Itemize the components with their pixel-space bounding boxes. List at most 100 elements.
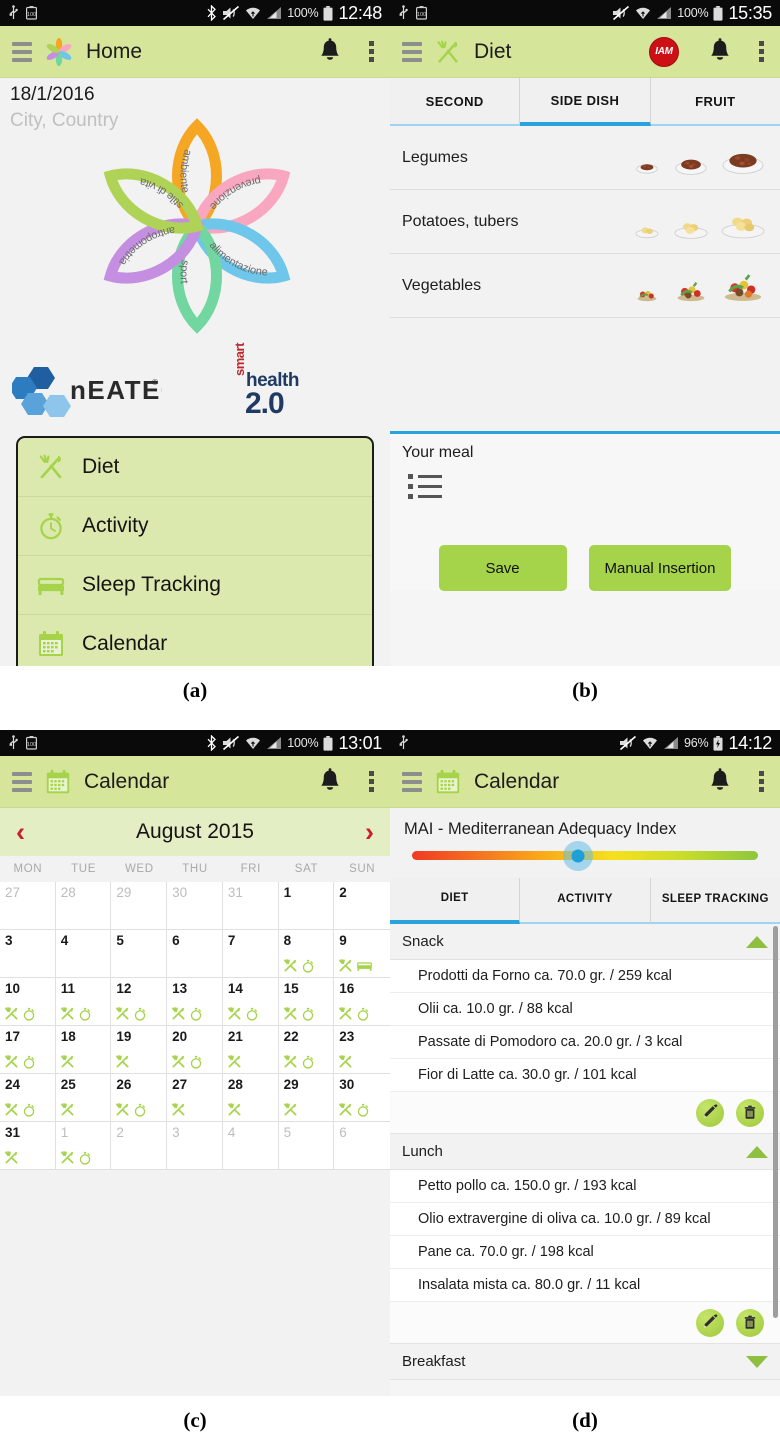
bell-icon[interactable] [707,767,733,796]
calendar-day-cell[interactable]: 27 [0,882,56,930]
calendar-day-cell[interactable]: 15 [278,978,335,1026]
hamburger-icon[interactable] [12,771,32,792]
bell-icon[interactable] [707,37,733,66]
calendar-day-cell[interactable]: 2 [334,882,390,930]
calendar-day-cell[interactable]: 28 [222,1074,279,1122]
calendar-day-cell[interactable]: 29 [111,882,168,930]
portion-small[interactable] [630,276,664,306]
food-row-potatoes-tubers[interactable]: Potatoes, tubers [390,190,780,254]
calendar-day-cell[interactable]: 11 [55,978,112,1026]
calendar-day-cell[interactable]: 31 [0,1122,56,1170]
manual-insertion-button[interactable]: Manual Insertion [588,545,732,591]
calendar-day-cell[interactable]: 19 [111,1026,168,1074]
overflow-menu-icon[interactable] [369,41,374,62]
menu-item-calendar[interactable]: Calendar [18,615,372,666]
collapse-triangle-up-icon[interactable] [746,1145,768,1158]
calendar-day-cell[interactable]: 21 [222,1026,279,1074]
calendar-day-cell[interactable]: 2 [111,1122,168,1170]
calendar-day-cell[interactable]: 20 [167,1026,223,1074]
portion-medium[interactable] [670,208,712,242]
calendar-day-icons [171,1102,186,1117]
mai-slider-thumb[interactable] [563,840,594,871]
bell-icon[interactable] [317,37,343,66]
meal-header-breakfast[interactable]: Breakfast [390,1344,780,1380]
calendar-day-cell[interactable]: 22 [278,1026,335,1074]
portion-medium[interactable] [670,144,712,178]
calendar-day-cell[interactable]: 6 [334,1122,390,1170]
bullet-list-icon[interactable] [408,474,442,499]
tab-fruit[interactable]: FRUIT [650,78,780,126]
iam-badge[interactable]: IAM [649,36,679,67]
calendar-day-cell[interactable]: 24 [0,1074,56,1122]
calendar-day-cell[interactable]: 17 [0,1026,56,1074]
calendar-day-icons [4,1102,36,1117]
tab-diet[interactable]: DIET [390,878,521,924]
overflow-menu-icon[interactable] [369,771,374,792]
tab-second[interactable]: SECOND [390,78,521,126]
prev-month-button[interactable]: ‹ [16,818,25,846]
diet-icon [227,1103,241,1116]
tab-sleep-tracking[interactable]: SLEEP TRACKING [650,878,780,924]
meal-header-lunch[interactable]: Lunch [390,1134,780,1170]
portion-large[interactable] [718,202,768,242]
calendar-day-cell[interactable]: 30 [167,882,223,930]
calendar-day-cell[interactable]: 29 [278,1074,335,1122]
calendar-day-cell[interactable]: 25 [55,1074,112,1122]
portion-medium[interactable] [670,272,712,306]
tab-side-dish[interactable]: SIDE DISH [520,78,651,126]
meal-header-snack[interactable]: Snack [390,924,780,960]
calendar-day-cell[interactable]: 12 [111,978,168,1026]
calendar-day-cell[interactable]: 5 [111,930,168,978]
collapse-triangle-up-icon[interactable] [746,935,768,948]
calendar-day-cell[interactable]: 4 [222,1122,279,1170]
calendar-day-cell[interactable]: 18 [55,1026,112,1074]
save-button[interactable]: Save [438,545,567,591]
scrollbar[interactable] [773,926,778,1318]
calendar-day-cell[interactable]: 3 [167,1122,223,1170]
calendar-day-cell[interactable]: 30 [334,1074,390,1122]
wifi-icon [246,737,261,749]
calendar-day-cell[interactable]: 6 [167,930,223,978]
bell-icon[interactable] [317,767,343,796]
activity-icon [23,1007,35,1021]
next-month-button[interactable]: › [365,818,374,846]
overflow-menu-icon[interactable] [759,771,764,792]
menu-item-sleep-tracking[interactable]: Sleep Tracking [18,556,372,615]
calendar-day-cell[interactable]: 7 [222,930,279,978]
calendar-day-cell[interactable]: 8 [278,930,335,978]
calendar-day-cell[interactable]: 31 [222,882,279,930]
calendar-day-cell[interactable]: 14 [222,978,279,1026]
calendar-day-cell[interactable]: 9 [334,930,390,978]
calendar-day-cell[interactable]: 16 [334,978,390,1026]
calendar-day-cell[interactable]: 28 [55,882,112,930]
tab-activity[interactable]: ACTIVITY [520,878,651,924]
calendar-day-cell[interactable]: 4 [55,930,112,978]
trash-icon[interactable] [736,1308,764,1337]
menu-item-diet[interactable]: Diet [18,438,372,497]
expand-triangle-down-icon[interactable] [746,1355,768,1368]
calendar-day-cell[interactable]: 5 [278,1122,335,1170]
hamburger-icon[interactable] [402,771,422,792]
food-row-legumes[interactable]: Legumes [390,126,780,190]
portion-small[interactable] [630,212,664,242]
portion-large[interactable] [718,138,768,178]
calendar-day-cell[interactable]: 26 [111,1074,168,1122]
portion-large[interactable] [718,266,768,306]
calendar-day-cell[interactable]: 13 [167,978,223,1026]
calendar-day-cell[interactable]: 1 [278,882,335,930]
calendar-day-cell[interactable]: 1 [55,1122,112,1170]
food-row-vegetables[interactable]: Vegetables [390,254,780,318]
pencil-icon[interactable] [696,1308,724,1337]
calendar-day-cell[interactable]: 10 [0,978,56,1026]
pencil-icon[interactable] [696,1098,724,1127]
trash-icon[interactable] [736,1098,764,1127]
overflow-menu-icon[interactable] [759,41,764,62]
hamburger-icon[interactable] [402,41,422,62]
calendar-day-cell[interactable]: 27 [167,1074,223,1122]
calendar-day-cell[interactable]: 23 [334,1026,390,1074]
portion-small[interactable] [630,148,664,178]
calendar-day-cell[interactable]: 3 [0,930,56,978]
mai-slider-track[interactable] [412,840,758,871]
menu-item-activity[interactable]: Activity [18,497,372,556]
hamburger-icon[interactable] [12,41,32,62]
